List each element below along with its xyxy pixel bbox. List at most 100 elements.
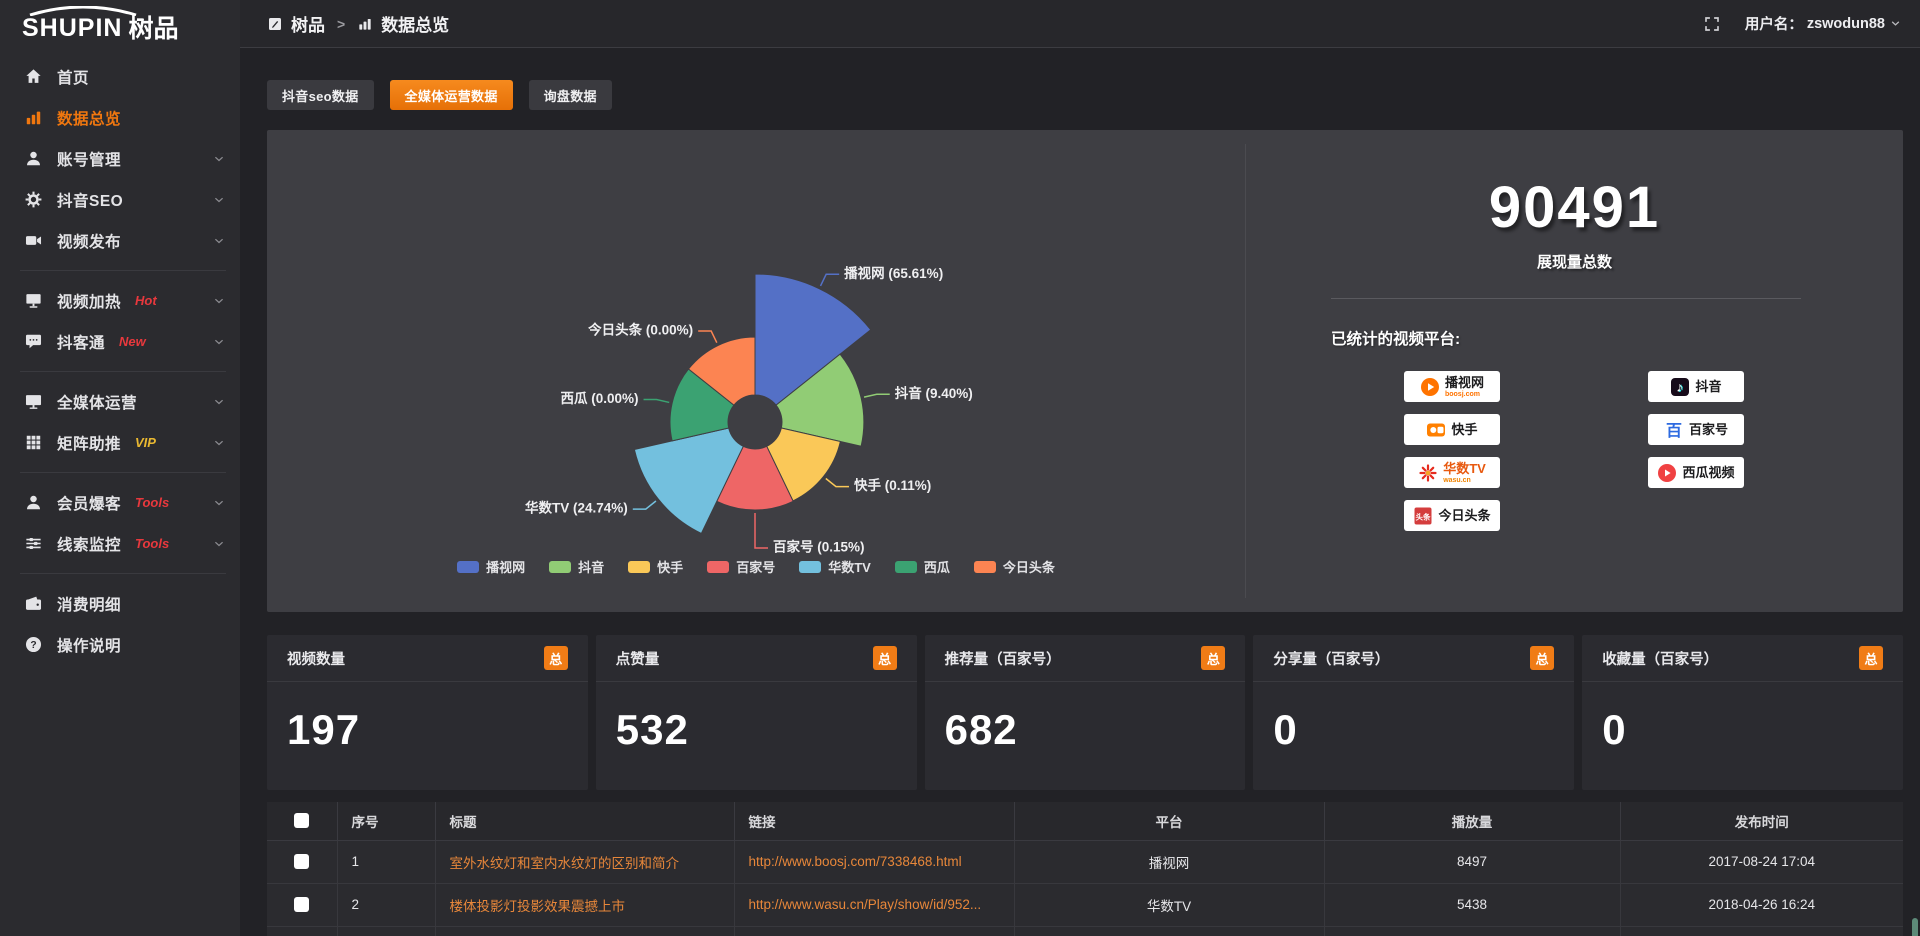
home-icon — [24, 67, 43, 86]
sidebar-item-线索监控[interactable]: 线索监控Tools — [0, 523, 240, 564]
legend-item-抖音[interactable]: 抖音 — [549, 557, 604, 576]
sidebar-item-账号管理[interactable]: 账号管理 — [0, 138, 240, 179]
platform-badge-name: 快手 — [1451, 423, 1477, 436]
sidebar-item-label: 操作说明 — [57, 634, 121, 656]
stat-card-label: 收藏量（百家号） — [1602, 648, 1718, 669]
total-badge: 总 — [873, 646, 897, 670]
chevron-down-icon — [212, 152, 226, 166]
platforms-label: 已统计的视频平台: — [1331, 327, 1903, 349]
stat-card-value: 532 — [596, 682, 917, 754]
stat-card-value: 682 — [925, 682, 1246, 754]
boosj-icon — [1420, 377, 1440, 397]
slice-label-播视网: 播视网 (65.61%) — [844, 265, 943, 281]
wasu-icon — [1418, 463, 1438, 483]
tab-询盘数据[interactable]: 询盘数据 — [529, 80, 612, 110]
user-menu[interactable]: 用户名： zswodun88 — [1745, 13, 1902, 34]
question-icon: ? — [24, 635, 43, 654]
table-header-row: 序号标题链接平台播放量发布时间 — [267, 802, 1903, 840]
sidebar-item-label: 数据总览 — [57, 107, 121, 129]
legend-item-百家号[interactable]: 百家号 — [707, 557, 775, 576]
video-table: 序号标题链接平台播放量发布时间 1室外水纹灯和室内水纹灯的区别和简介http:/… — [267, 802, 1903, 936]
chart-legend: 播视网 抖音 快手 百家号 华数TV 西瓜 今日头条 — [267, 557, 1245, 576]
chevron-down-icon — [212, 335, 226, 349]
table-row-partial — [267, 926, 1903, 936]
app-root: SHUPIN 树品 首页数据总览账号管理抖音SEO视频发布视频加热Hot抖客通N… — [0, 0, 1920, 936]
sidebar-item-抖客通[interactable]: 抖客通New — [0, 321, 240, 362]
sidebar-item-操作说明[interactable]: ? 操作说明 — [0, 624, 240, 665]
sidebar-item-label: 视频加热 — [57, 290, 121, 312]
row-checkbox[interactable] — [294, 854, 309, 869]
sidebar-item-全媒体运营[interactable]: 全媒体运营 — [0, 381, 240, 422]
platform-badge-sub: boosj.com — [1445, 391, 1480, 398]
platform-badge-sub: wasu.cn — [1443, 477, 1471, 484]
grid-icon — [24, 433, 43, 452]
total-impressions-value: 90491 — [1246, 174, 1903, 241]
legend-swatch — [549, 561, 571, 573]
tab-全媒体运营数据[interactable]: 全媒体运营数据 — [390, 80, 513, 110]
video-title-link[interactable]: 室外水纹灯和室内水纹灯的区别和简介 — [450, 856, 680, 871]
xigua-icon — [1657, 463, 1677, 483]
cell-time: 2018-04-26 16:24 — [1620, 883, 1903, 926]
fullscreen-icon[interactable] — [1703, 15, 1721, 33]
gear-icon — [24, 190, 43, 209]
legend-item-西瓜[interactable]: 西瓜 — [895, 557, 950, 576]
table-header-标题: 标题 — [435, 802, 734, 840]
breadcrumb-root[interactable]: 树品 — [291, 11, 325, 36]
total-badge: 总 — [1530, 646, 1554, 670]
platform-badge-百家号: 百百家号 — [1648, 414, 1744, 445]
row-select-cell — [267, 926, 337, 936]
sidebar-item-视频加热[interactable]: 视频加热Hot — [0, 280, 240, 321]
sliders-icon — [24, 534, 43, 553]
scrollbar-thumb[interactable] — [1912, 918, 1918, 936]
slice-华数TV[interactable] — [634, 428, 743, 533]
username: zswodun88 — [1807, 16, 1885, 32]
stat-card-label: 分享量（百家号） — [1273, 648, 1389, 669]
stat-card-label: 推荐量（百家号） — [945, 648, 1061, 669]
baijiahao-icon: 百 — [1664, 420, 1684, 440]
sidebar-divider — [20, 371, 226, 372]
tab-抖音seo数据[interactable]: 抖音seo数据 — [267, 80, 374, 110]
breadcrumb-current: 数据总览 — [381, 11, 449, 36]
stat-card-视频数量: 视频数量总197 — [267, 635, 588, 790]
legend-item-今日头条[interactable]: 今日头条 — [974, 557, 1055, 576]
sidebar-item-消费明细[interactable]: 消费明细 — [0, 583, 240, 624]
legend-item-快手[interactable]: 快手 — [628, 557, 683, 576]
sidebar-item-矩阵助推[interactable]: 矩阵助推VIP — [0, 422, 240, 463]
legend-label: 西瓜 — [924, 557, 950, 576]
chevron-down-icon — [1889, 17, 1902, 30]
row-select-cell — [267, 840, 337, 883]
row-checkbox[interactable] — [294, 897, 309, 912]
stat-card-value: 0 — [1582, 682, 1903, 754]
logo[interactable]: SHUPIN 树品 — [0, 0, 240, 48]
legend-item-播视网[interactable]: 播视网 — [457, 557, 525, 576]
chevron-down-icon — [212, 436, 226, 450]
sidebar-item-数据总览[interactable]: 数据总览 — [0, 97, 240, 138]
label-line-播视网 — [821, 274, 840, 286]
user-icon — [24, 149, 43, 168]
sidebar-item-抖音SEO[interactable]: 抖音SEO — [0, 179, 240, 220]
video-url-link[interactable]: http://www.boosj.com/7338468.html — [749, 854, 962, 869]
sidebar-item-视频发布[interactable]: 视频发布 — [0, 220, 240, 261]
user-label: 用户名： — [1745, 13, 1803, 34]
stat-card-value: 197 — [267, 682, 588, 754]
total-impressions-label: 展现量总数 — [1246, 251, 1903, 272]
sidebar-item-会员爆客[interactable]: 会员爆客Tools — [0, 482, 240, 523]
select-all-checkbox[interactable] — [294, 813, 309, 828]
video-title-link[interactable]: 楼体投影灯投影效果震撼上市 — [450, 899, 626, 914]
stat-card-head: 收藏量（百家号）总 — [1582, 635, 1903, 682]
sidebar-item-tag: VIP — [135, 435, 156, 450]
logo-text: SHUPIN — [22, 14, 122, 42]
legend-swatch — [799, 561, 821, 573]
svg-text:?: ? — [30, 640, 36, 651]
chart-icon — [24, 108, 43, 127]
comment-icon — [24, 332, 43, 351]
label-line-抖音 — [864, 394, 890, 397]
video-url-link[interactable]: http://www.wasu.cn/Play/show/id/952... — [749, 897, 982, 912]
sidebar-item-首页[interactable]: 首页 — [0, 56, 240, 97]
video-icon — [24, 231, 43, 250]
legend-item-华数TV[interactable]: 华数TV — [799, 557, 871, 576]
table-header-播放量: 播放量 — [1324, 802, 1620, 840]
svg-text:♪: ♪ — [1677, 379, 1684, 394]
stat-card-label: 视频数量 — [287, 648, 345, 669]
table-row: 1室外水纹灯和室内水纹灯的区别和简介http://www.boosj.com/7… — [267, 840, 1903, 883]
